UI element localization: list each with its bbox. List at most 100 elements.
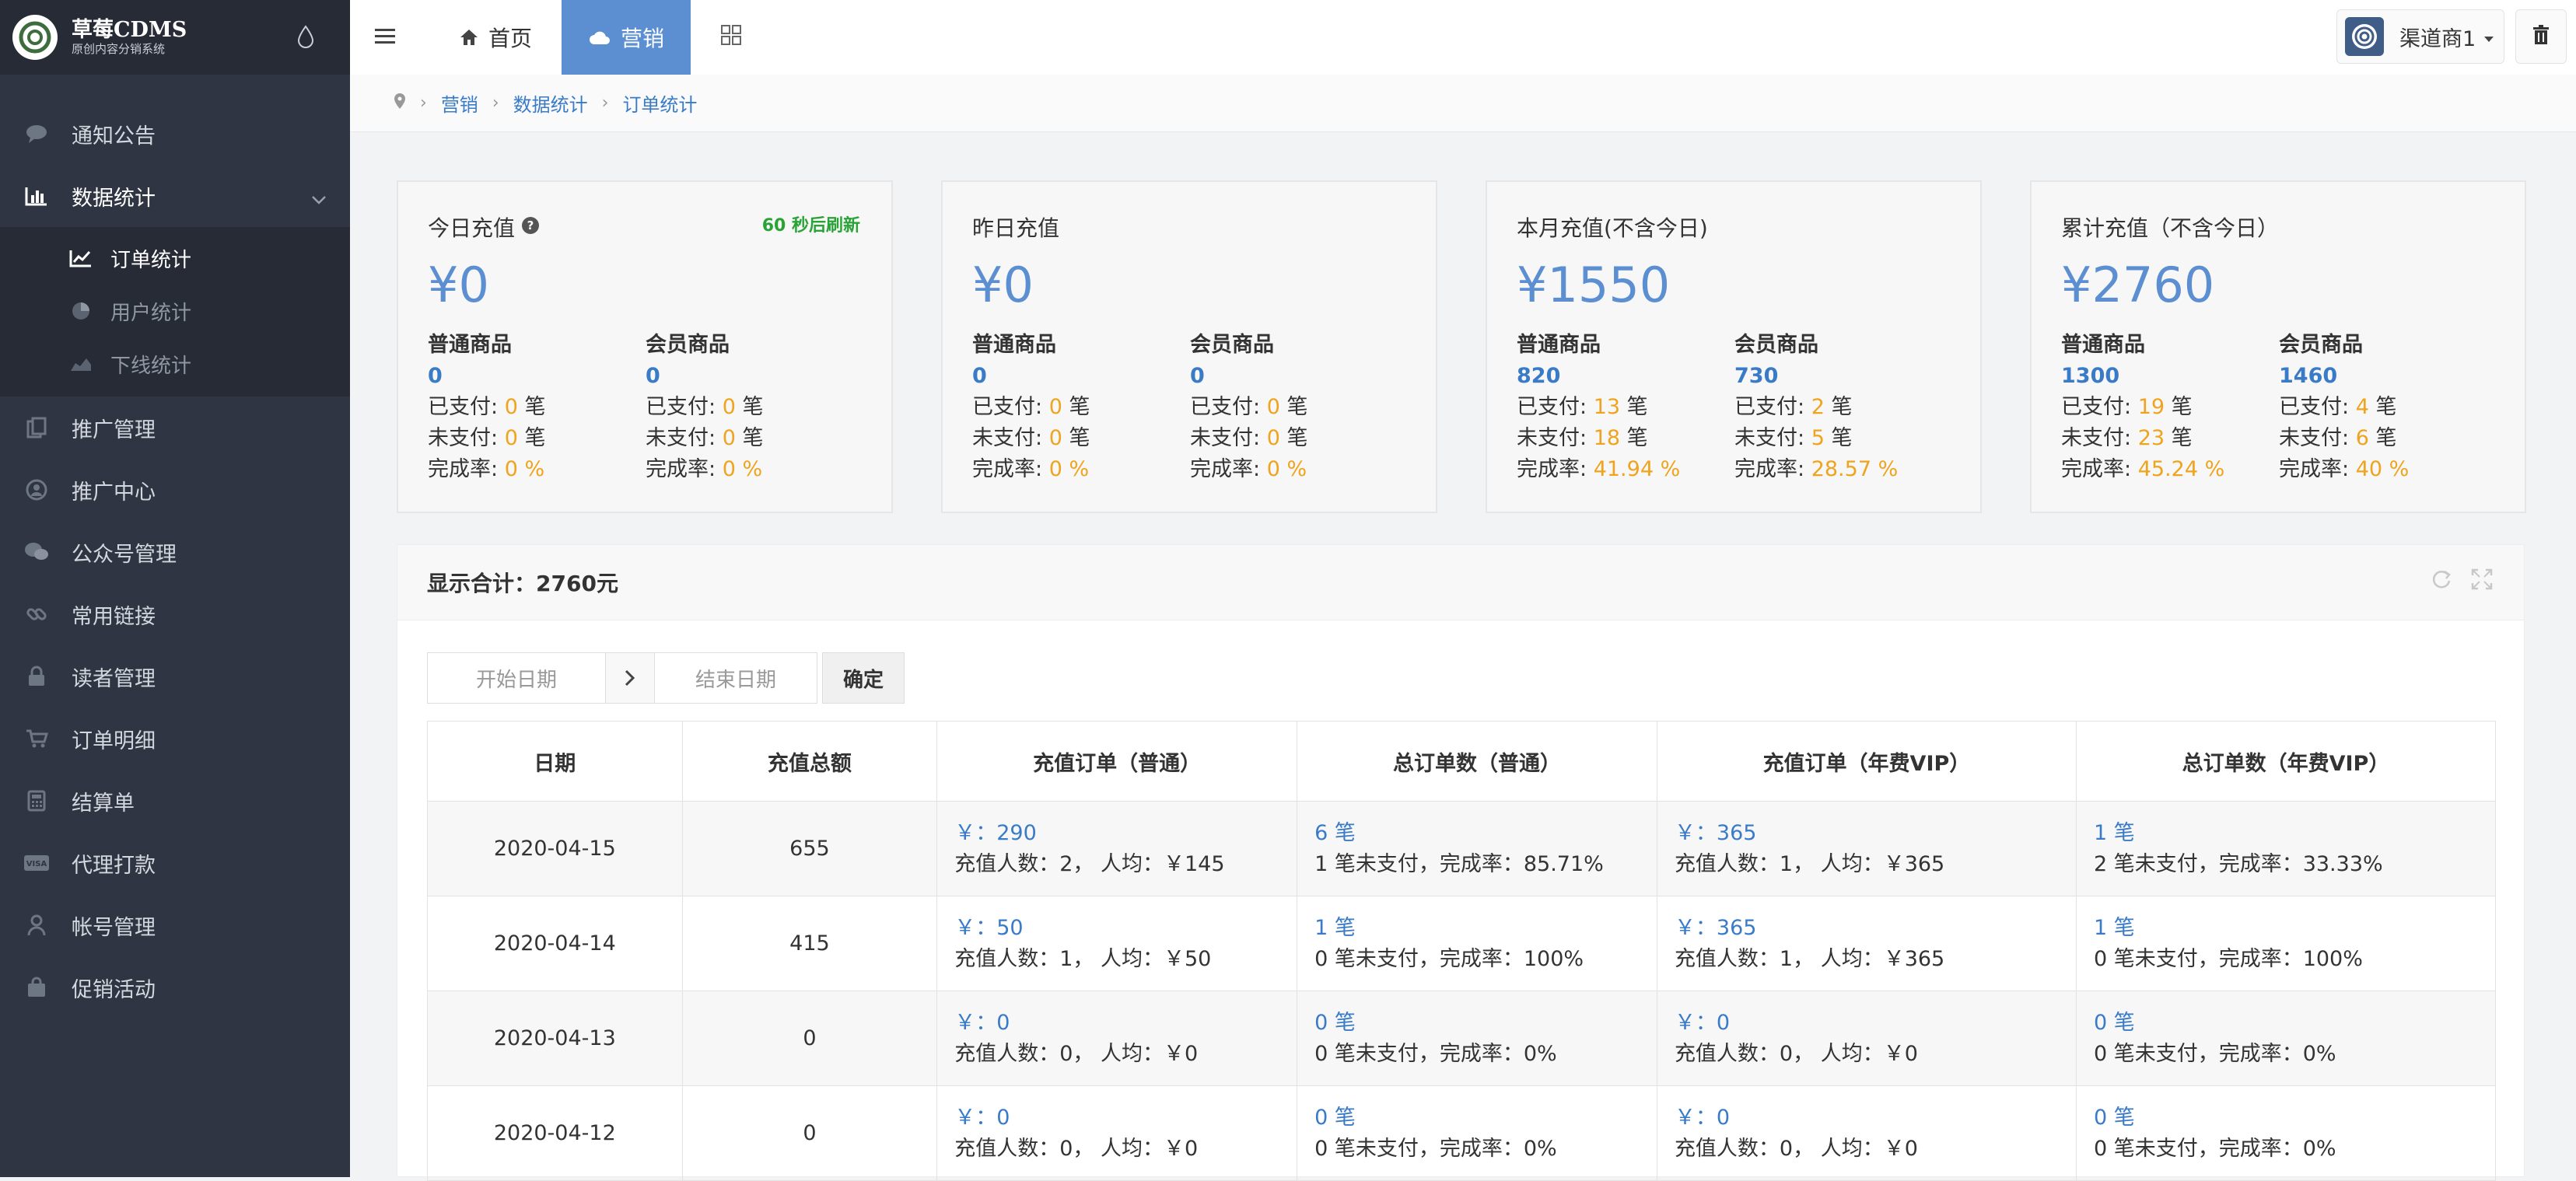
tab-marketing[interactable]: 营销 (562, 0, 691, 75)
user-menu[interactable]: 渠道商1 (2336, 9, 2504, 64)
unit: 笔 (742, 426, 764, 450)
paid-label: 已支付: (1190, 395, 1261, 419)
sidebar-item-label: 帐号管理 (72, 915, 156, 940)
card-col-vip: 会员商品 0 已支付: 0 笔 未支付: 0 笔 完成率: 0 % (646, 330, 863, 485)
col-head: 普通商品 (1517, 333, 1601, 357)
paid-count: 0 (1048, 395, 1062, 419)
menu-toggle-button[interactable] (375, 0, 395, 75)
cell-normal-count: 0 笔 0 笔未支付，完成率：0% (1297, 1085, 1657, 1181)
normal-count-info: 0 笔未支付，完成率：100% (1314, 946, 1584, 971)
unit: 笔 (1626, 395, 1648, 419)
unit: 笔 (2375, 395, 2397, 419)
start-date-input[interactable]: 开始日期 (427, 652, 606, 704)
theme-drop-icon[interactable] (297, 25, 314, 51)
column-header: 充值总额 (681, 721, 938, 802)
card-col-vip: 会员商品 730 已支付: 2 笔 未支付: 5 笔 完成率: 28.57 % (1734, 330, 1952, 485)
confirm-button[interactable]: 确定 (822, 652, 905, 704)
normal-amount: ￥：0 (954, 1105, 1010, 1130)
panel-header: 显示合计： 2760元 (397, 545, 2524, 620)
sidebar-menu: 通知公告 数据统计 订单统计 用户统计 下线统计 推广管理 推广中心 公众号管理… (0, 103, 350, 1019)
sidebar-item-order-detail[interactable]: 订单明细 (0, 708, 350, 770)
unpaid-label: 未支付: (1517, 426, 1587, 450)
cell-normal-count: 1 笔 0 笔未支付，完成率：100% (1297, 896, 1657, 991)
unit: 笔 (1069, 426, 1090, 450)
sidebar-item-promotion[interactable]: 推广管理 (0, 397, 350, 459)
table-row: 2020-04-13 0 ￥：0 充值人数：0， 人均：￥0 0 笔 0 笔未支付，… (427, 991, 2497, 1086)
unpaid-count: 5 (1811, 426, 1825, 450)
card-col-normal: 普通商品 1300 已支付: 19 笔 未支付: 23 笔 完成率: 45.24… (2061, 330, 2279, 485)
fullscreen-icon[interactable] (2471, 568, 2493, 596)
paid-label: 已支付: (1734, 395, 1805, 419)
sidebar-item-user-stats[interactable]: 用户统计 (0, 285, 350, 337)
cell-normal-orders: ￥：50 充值人数：1， 人均：￥50 (936, 896, 1298, 991)
rate-label: 完成率: (972, 457, 1043, 481)
svg-text:VISA: VISA (26, 860, 47, 868)
vip-count-info: 0 笔未支付，完成率：0% (2093, 1136, 2336, 1161)
sidebar-item-promotion-center[interactable]: 推广中心 (0, 459, 350, 521)
breadcrumb-marketing[interactable]: 营销 (441, 89, 478, 117)
line-chart-icon (68, 246, 93, 271)
sidebar-item-downline-stats[interactable]: 下线统计 (0, 337, 350, 390)
normal-info: 充值人数：0， 人均：￥0 (954, 1041, 1199, 1066)
sidebar-item-promo[interactable]: 促销活动 (0, 956, 350, 1019)
sidebar-item-agent-payment[interactable]: VISA 代理打款 (0, 832, 350, 894)
sidebar-item-label: 数据统计 (72, 186, 156, 211)
paid-label: 已支付: (2279, 395, 2350, 419)
end-date-input[interactable]: 结束日期 (654, 652, 817, 704)
breadcrumb-statistics[interactable]: 数据统计 (513, 89, 588, 117)
unpaid-label: 未支付: (646, 426, 716, 450)
sidebar-item-notice[interactable]: 通知公告 (0, 103, 350, 165)
location-pin-icon (394, 93, 406, 114)
card-amount: ¥0 (972, 257, 1034, 313)
unpaid-label: 未支付: (1190, 426, 1261, 450)
rate-value: 0 % (1266, 457, 1307, 481)
col-value: 730 (1734, 364, 1779, 388)
sidebar-item-label: 订单明细 (72, 729, 156, 753)
vip-amount: ￥：365 (1674, 820, 1757, 845)
card-col-vip: 会员商品 0 已支付: 0 笔 未支付: 0 笔 完成率: 0 % (1190, 330, 1408, 485)
refresh-icon[interactable] (2431, 568, 2452, 596)
sidebar-item-statistics[interactable]: 数据统计 (0, 165, 350, 227)
vip-amount: ￥：365 (1674, 915, 1757, 940)
vip-count-info: 0 笔未支付，完成率：0% (2093, 1041, 2336, 1066)
cell-vip-orders: ￥：0 充值人数：0， 人均：￥0 (1656, 1085, 2077, 1181)
vip-amount: ￥：0 (1674, 1010, 1731, 1035)
sidebar-item-settlement[interactable]: 结算单 (0, 770, 350, 832)
card-col-vip: 会员商品 1460 已支付: 4 笔 未支付: 6 笔 完成率: 40 % (2279, 330, 2497, 485)
col-value: 1300 (2061, 364, 2120, 388)
chevron-right-icon (606, 652, 654, 704)
clear-cache-button[interactable] (2515, 9, 2567, 64)
grid-icon (720, 24, 742, 51)
cell-vip-count: 1 笔 0 笔未支付，完成率：100% (2075, 896, 2497, 991)
column-header: 充值订单（普通） (936, 721, 1298, 802)
tab-label: 营销 (621, 26, 665, 51)
paid-label: 已支付: (972, 395, 1043, 419)
normal-count: 1 笔 (1314, 915, 1356, 940)
normal-info: 充值人数：2， 人均：￥145 (954, 851, 1225, 876)
table-row: 2020-04-14 415 ￥：50 充值人数：1， 人均：￥50 1 笔 0 笔… (427, 896, 2497, 991)
sidebar-item-order-stats[interactable]: 订单统计 (0, 232, 350, 285)
stat-card-today: 今日充值 ? 60 秒后刷新 ¥0 普通商品 0 已支付: 0 笔 未支付: 0… (397, 180, 893, 513)
vip-amount: ￥：0 (1674, 1105, 1731, 1130)
order-stats-table: 日期 充值总额 充值订单（普通） 总订单数（普通） 充值订单（年费VIP） 总订… (427, 721, 2497, 1181)
total-label: 显示合计： (427, 571, 537, 596)
apps-button[interactable] (720, 0, 742, 75)
breadcrumb-order-stats[interactable]: 订单统计 (622, 89, 697, 117)
hamburger-icon (375, 25, 395, 51)
sidebar-item-account[interactable]: 帐号管理 (0, 894, 350, 956)
help-icon[interactable]: ? (521, 215, 540, 240)
normal-count-info: 1 笔未支付，完成率：85.71% (1314, 851, 1604, 876)
sidebar-item-wechat[interactable]: 公众号管理 (0, 521, 350, 583)
shopping-bag-icon (23, 974, 50, 1001)
sidebar-item-links[interactable]: 常用链接 (0, 583, 350, 645)
unpaid-label: 未支付: (2279, 426, 2350, 450)
breadcrumb: › 营销 › 数据统计 › 订单统计 (350, 75, 2576, 132)
sidebar-item-readers[interactable]: 读者管理 (0, 645, 350, 708)
rate-label: 完成率: (428, 457, 499, 481)
rate-value: 0 % (1048, 457, 1090, 481)
cell-date: 2020-04-12 (427, 1085, 683, 1181)
sidebar-submenu-statistics: 订单统计 用户统计 下线统计 (0, 227, 350, 397)
card-title: 累计充值（不含今日） (2061, 215, 2280, 241)
tab-home[interactable]: 首页 (432, 0, 558, 75)
paid-count: 19 (2137, 395, 2165, 419)
